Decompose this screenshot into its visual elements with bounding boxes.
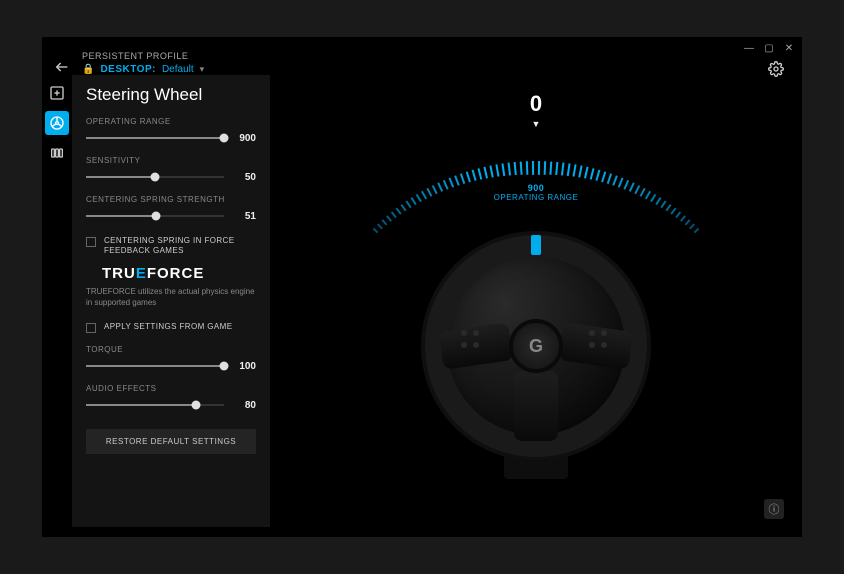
- wheel-center-indicator: [531, 235, 541, 255]
- profile-label: PERSISTENT PROFILE: [82, 51, 802, 61]
- range-arc: 900 OPERATING RANGE: [356, 131, 716, 231]
- sidebar-rail: [42, 75, 72, 527]
- trueforce-description: TRUEFORCE utilizes the actual physics en…: [86, 286, 256, 308]
- operating-range-slider[interactable]: [86, 132, 224, 144]
- apply-settings-label: APPLY SETTINGS FROM GAME: [104, 322, 232, 332]
- audio-effects-slider[interactable]: [86, 399, 224, 411]
- sensitivity-slider[interactable]: [86, 171, 224, 183]
- pedals-icon: [49, 145, 65, 161]
- sensitivity-label: SENSITIVITY: [86, 156, 256, 165]
- apply-settings-checkbox[interactable]: [86, 323, 96, 333]
- audio-effects-value: 80: [234, 400, 256, 411]
- torque-label: TORQUE: [86, 345, 256, 354]
- operating-range-value: 900: [234, 133, 256, 144]
- wheel-logo: G: [509, 319, 563, 373]
- steering-wheel-graphic: G: [421, 231, 651, 461]
- back-arrow-icon: [54, 59, 70, 75]
- audio-effects-label: AUDIO EFFECTS: [86, 384, 256, 393]
- operating-range-label: OPERATING RANGE: [86, 117, 256, 126]
- centering-spring-label: CENTERING SPRING STRENGTH: [86, 195, 256, 204]
- centering-spring-value: 51: [234, 211, 256, 222]
- sensitivity-value: 50: [234, 172, 256, 183]
- settings-panel: Steering Wheel OPERATING RANGE 900 SENSI…: [72, 75, 270, 527]
- range-arc-label: 900 OPERATING RANGE: [494, 183, 579, 202]
- steering-wheel-icon: [49, 115, 65, 131]
- rail-wheel-button[interactable]: [45, 111, 69, 135]
- spring-games-checkbox[interactable]: [86, 237, 96, 247]
- header: PERSISTENT PROFILE 🔒 DESKTOP: Default ▾: [42, 37, 802, 75]
- torque-slider[interactable]: [86, 360, 224, 372]
- app-window: — ▢ ✕ ⓘ PERSISTENT PROFILE 🔒 DESKTOP: De…: [42, 37, 802, 537]
- angle-marker-icon: ▼: [532, 119, 541, 129]
- profile-desktop-value: Default: [162, 64, 194, 75]
- plus-box-icon: [49, 85, 65, 101]
- rail-add-button[interactable]: [45, 81, 69, 105]
- profile-selector[interactable]: 🔒 DESKTOP: Default ▾: [82, 64, 802, 75]
- wheel-visualization: 0 ▼ 900 OPERATING RANGE G: [270, 75, 802, 527]
- spring-games-label: CENTERING SPRING IN FORCE FEEDBACK GAMES: [104, 236, 256, 257]
- torque-value: 100: [234, 361, 256, 372]
- centering-spring-slider[interactable]: [86, 210, 224, 222]
- steering-angle-value: 0: [530, 91, 542, 117]
- trueforce-brand: TRUEFORCE: [102, 265, 256, 282]
- lock-icon: 🔒: [82, 64, 94, 75]
- chevron-down-icon: ▾: [200, 64, 205, 75]
- restore-defaults-button[interactable]: RESTORE DEFAULT SETTINGS: [86, 429, 256, 454]
- profile-desktop-label: DESKTOP:: [100, 64, 156, 75]
- rail-pedals-button[interactable]: [45, 141, 69, 165]
- back-button[interactable]: [54, 59, 70, 80]
- panel-title: Steering Wheel: [86, 85, 256, 105]
